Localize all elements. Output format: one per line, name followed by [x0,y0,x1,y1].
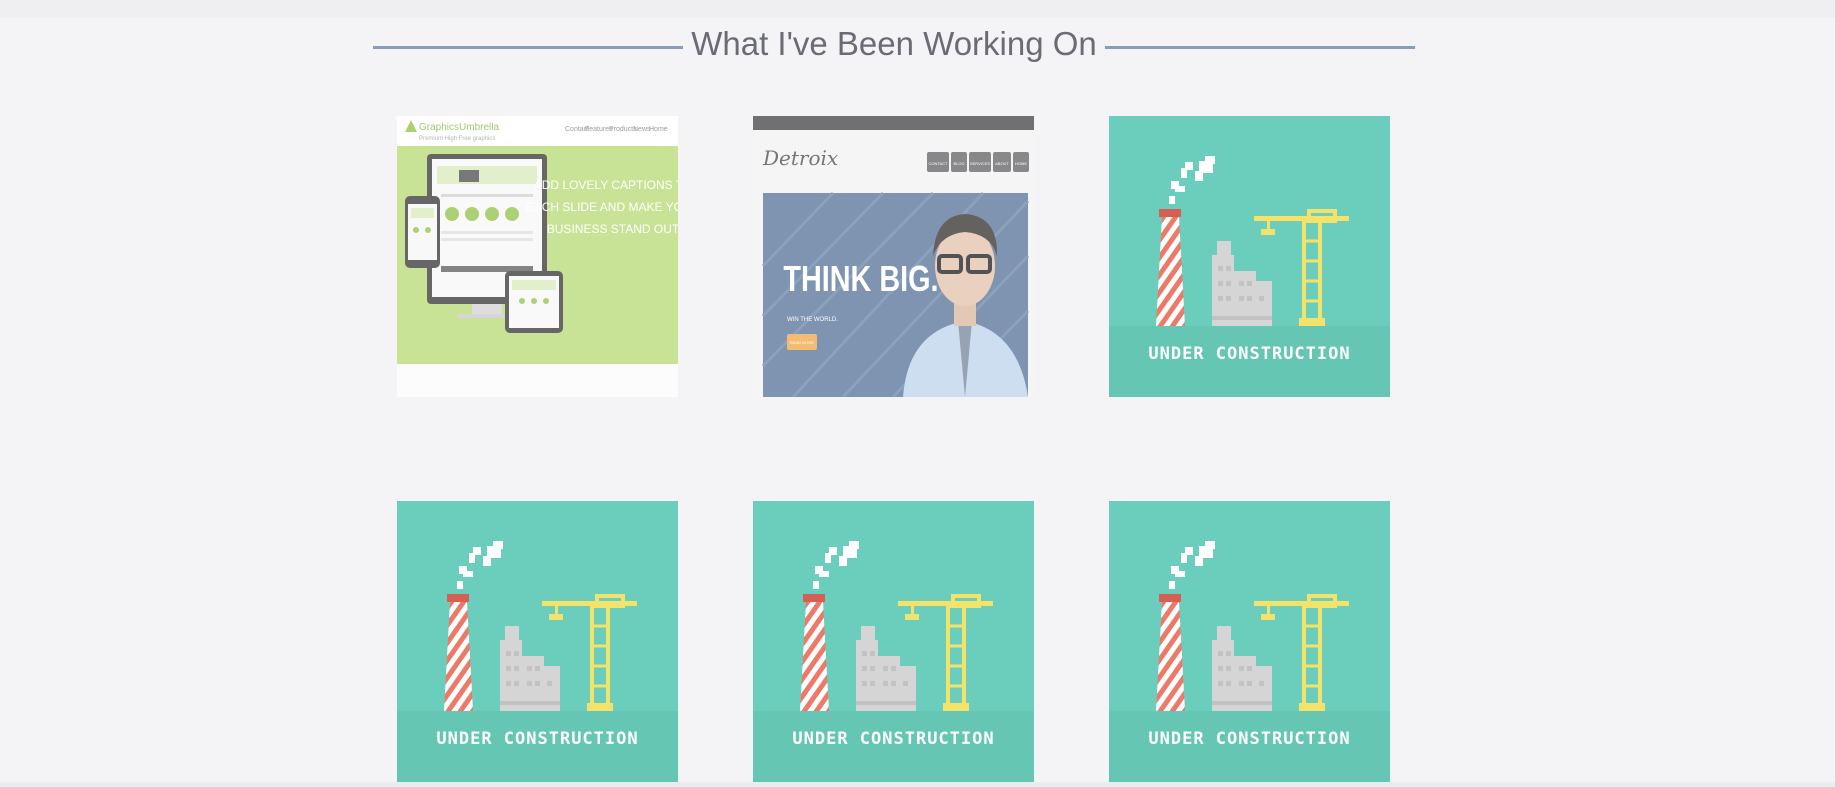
hero-headline: THINK BIG. [783,258,938,299]
brand-logo: Detroix [762,146,838,170]
under-construction-caption: UNDER CONSTRUCTION [792,729,995,749]
bottom-strip [0,782,1835,787]
hero-caption-line: EACH SLIDE AND MAKE YOUR [526,200,678,214]
project-tile-under-construction[interactable]: UNDER CONSTRUCTION [397,501,678,782]
under-construction-caption: UNDER CONSTRUCTION [436,729,639,749]
project-tile-graphics-umbrella[interactable]: GraphicsUmbrella Premium High Free graph… [397,116,678,397]
project-tile-under-construction[interactable]: UNDER CONSTRUCTION [1109,116,1390,397]
hero-caption-line: BUSINESS STAND OUT [547,222,678,236]
project-tile-under-construction[interactable]: UNDER CONSTRUCTION [753,501,1034,782]
top-bar [753,116,1034,130]
section-header: What I've Been Working On [373,22,1415,68]
hero-subline: WIN THE WORLD. [787,317,838,323]
hero-caption-line: ADD LOVELY CAPTIONS TO [534,178,678,192]
svg-text:HOME: HOME [1015,161,1027,166]
title-rule-left [373,46,683,49]
svg-text:SERVICES: SERVICES [970,161,990,166]
svg-text:Premium High Free graphics: Premium High Free graphics [419,136,495,142]
top-strip [0,0,1835,18]
svg-text:CONTACT: CONTACT [928,161,948,166]
title-rule-right [1105,46,1415,49]
nav-item: Home [649,126,668,133]
project-tile-detroix[interactable]: Detroix CONTACT BLOG SERVICES ABOUT HOME… [753,116,1034,397]
svg-text:BLOG: BLOG [953,161,964,166]
project-thumbnail: Detroix CONTACT BLOG SERVICES ABOUT HOME… [753,116,1034,397]
brand-text: GraphicsUmbrella [419,122,499,133]
svg-text:ABOUT: ABOUT [995,161,1009,166]
project-tile-under-construction[interactable]: UNDER CONSTRUCTION [1109,501,1390,782]
under-construction-caption: UNDER CONSTRUCTION [1148,729,1351,749]
project-thumbnail: GraphicsUmbrella Premium High Free graph… [397,116,678,397]
svg-text:READ MORE: READ MORE [790,340,815,345]
section-title: What I've Been Working On [691,25,1097,62]
under-construction-caption: UNDER CONSTRUCTION [1148,344,1351,364]
